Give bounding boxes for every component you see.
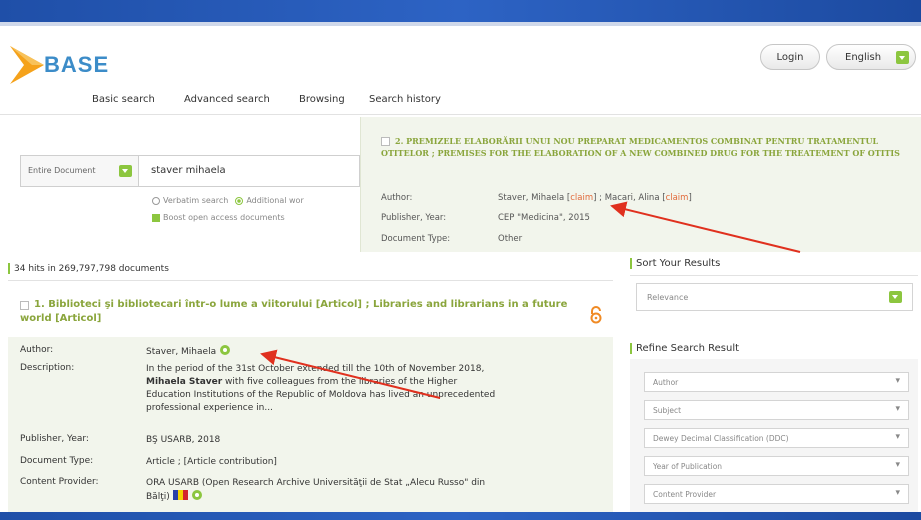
author-value: Staver, Mihaela: [146, 345, 231, 359]
author-label: Author:: [20, 345, 54, 355]
provider-line: Bălţi): [146, 490, 606, 504]
provider-text[interactable]: Bălţi): [146, 492, 170, 502]
sort-select[interactable]: Relevance: [636, 283, 913, 311]
section-marker: [8, 263, 10, 274]
description-line: professional experience in...: [146, 403, 273, 413]
provider-value: ORA USARB (Open Research Archive Univers…: [146, 477, 606, 504]
facet-ddc[interactable]: Dewey Decimal Classification (DDC): [644, 428, 909, 448]
hits-text: 34 hits in 269,797,798 documents: [14, 263, 169, 274]
section-marker: [630, 343, 632, 354]
language-select[interactable]: English: [826, 44, 916, 70]
claim-link[interactable]: claim: [666, 193, 689, 203]
author-link[interactable]: Staver, Mihaela: [498, 193, 564, 203]
doctype-label: Document Type:: [381, 234, 451, 244]
author-value: Staver, Mihaela [claim] ; Macari, Alina …: [498, 193, 692, 203]
section-marker: [630, 258, 632, 269]
doctype-value: Other: [498, 234, 523, 244]
facet-content-provider[interactable]: Content Provider: [644, 484, 909, 504]
open-access-lock-icon: [590, 306, 602, 324]
verbatim-search-label: Verbatim search: [163, 196, 229, 205]
chevron-down-icon: [119, 165, 132, 177]
top-browser-band: [0, 0, 921, 22]
result-details: Author: Staver, Mihaela Description: In …: [8, 337, 613, 513]
logo-text[interactable]: BASE: [44, 52, 109, 78]
description-line: In the period of the 31st October extend…: [146, 364, 485, 374]
provider-label: Content Provider:: [20, 477, 99, 487]
doctype-label: Document Type:: [20, 456, 94, 466]
refine-heading: Refine Search Result: [630, 343, 739, 354]
additional-words-label: Additional wor: [246, 196, 304, 205]
nav-advanced-search[interactable]: Advanced search: [184, 94, 270, 105]
publisher-label: Publisher, Year:: [20, 434, 89, 444]
search-scope-label: Entire Document: [28, 166, 96, 175]
facet-subject[interactable]: Subject: [644, 400, 909, 420]
description-value: In the period of the 31st October extend…: [146, 363, 606, 415]
boost-checkbox[interactable]: [152, 213, 160, 222]
record-inset: 2. PREMIZELE ELABORĂRII UNUI NOU PREPARA…: [360, 117, 921, 252]
radio-additional-words[interactable]: [235, 196, 244, 205]
login-button[interactable]: Login: [760, 44, 820, 70]
description-line: Education Institutions of the Republic o…: [146, 390, 496, 400]
claim-link[interactable]: claim: [570, 193, 593, 203]
publisher-value: BŞ USARB, 2018: [146, 435, 221, 445]
nav-search-history[interactable]: Search history: [369, 94, 441, 105]
bottom-band: [0, 512, 921, 520]
nav-divider: [0, 114, 921, 115]
boost-open-access-option[interactable]: Boost open access documents: [152, 213, 285, 222]
refine-heading-text: Refine Search Result: [636, 343, 740, 354]
description-line: Mihaela Staver with five colleagues from…: [146, 376, 606, 389]
search-bar: Entire Document staver mihaela: [20, 155, 360, 187]
orcid-icon[interactable]: [220, 345, 231, 355]
description-text: with five colleagues from the libraries …: [222, 377, 458, 387]
publisher-value: CEP "Medicina", 2015: [498, 213, 590, 223]
provider-line[interactable]: ORA USARB (Open Research Archive Univers…: [146, 477, 606, 490]
facet-year[interactable]: Year of Publication: [644, 456, 909, 476]
top-band-shade: [0, 22, 921, 26]
hits-count: 34 hits in 269,797,798 documents: [8, 263, 169, 274]
author-link[interactable]: Staver, Mihaela: [146, 347, 216, 357]
open-access-icon: [191, 490, 202, 500]
description-label: Description:: [20, 363, 75, 373]
radio-verbatim[interactable]: [152, 196, 160, 205]
publisher-label: Publisher, Year:: [381, 213, 447, 223]
sort-heading-text: Sort Your Results: [636, 258, 721, 269]
search-scope-select[interactable]: Entire Document: [21, 156, 139, 186]
doctype-value: Article ; [Article contribution]: [146, 457, 277, 467]
main-nav: Basic search Advanced search Browsing Se…: [0, 90, 921, 114]
facet-author[interactable]: Author: [644, 372, 909, 392]
chevron-down-icon: [889, 291, 902, 303]
results-divider: [8, 280, 613, 281]
nav-browsing[interactable]: Browsing: [299, 94, 345, 105]
author-label: Author:: [381, 193, 413, 203]
result-title-link[interactable]: 1. Biblioteci şi bibliotecari într-o lum…: [20, 298, 580, 326]
refine-panel: Author Subject Dewey Decimal Classificat…: [630, 359, 918, 519]
sort-value: Relevance: [647, 293, 689, 302]
moldova-flag-icon: [172, 490, 188, 500]
search-input[interactable]: staver mihaela: [151, 165, 226, 176]
language-label: English: [845, 51, 882, 63]
sort-divider: [630, 275, 918, 276]
sort-heading: Sort Your Results: [630, 258, 720, 269]
record-title-link[interactable]: 2. PREMIZELE ELABORĂRII UNUI NOU PREPARA…: [381, 135, 911, 159]
highlighted-term: Mihaela Staver: [146, 377, 223, 387]
boost-label: Boost open access documents: [163, 213, 285, 222]
verbatim-search-option[interactable]: Verbatim search Additional wor: [152, 196, 304, 205]
nav-basic-search[interactable]: Basic search: [92, 94, 155, 105]
author-link[interactable]: Macari, Alina: [605, 193, 660, 203]
chevron-down-icon: [896, 51, 909, 64]
